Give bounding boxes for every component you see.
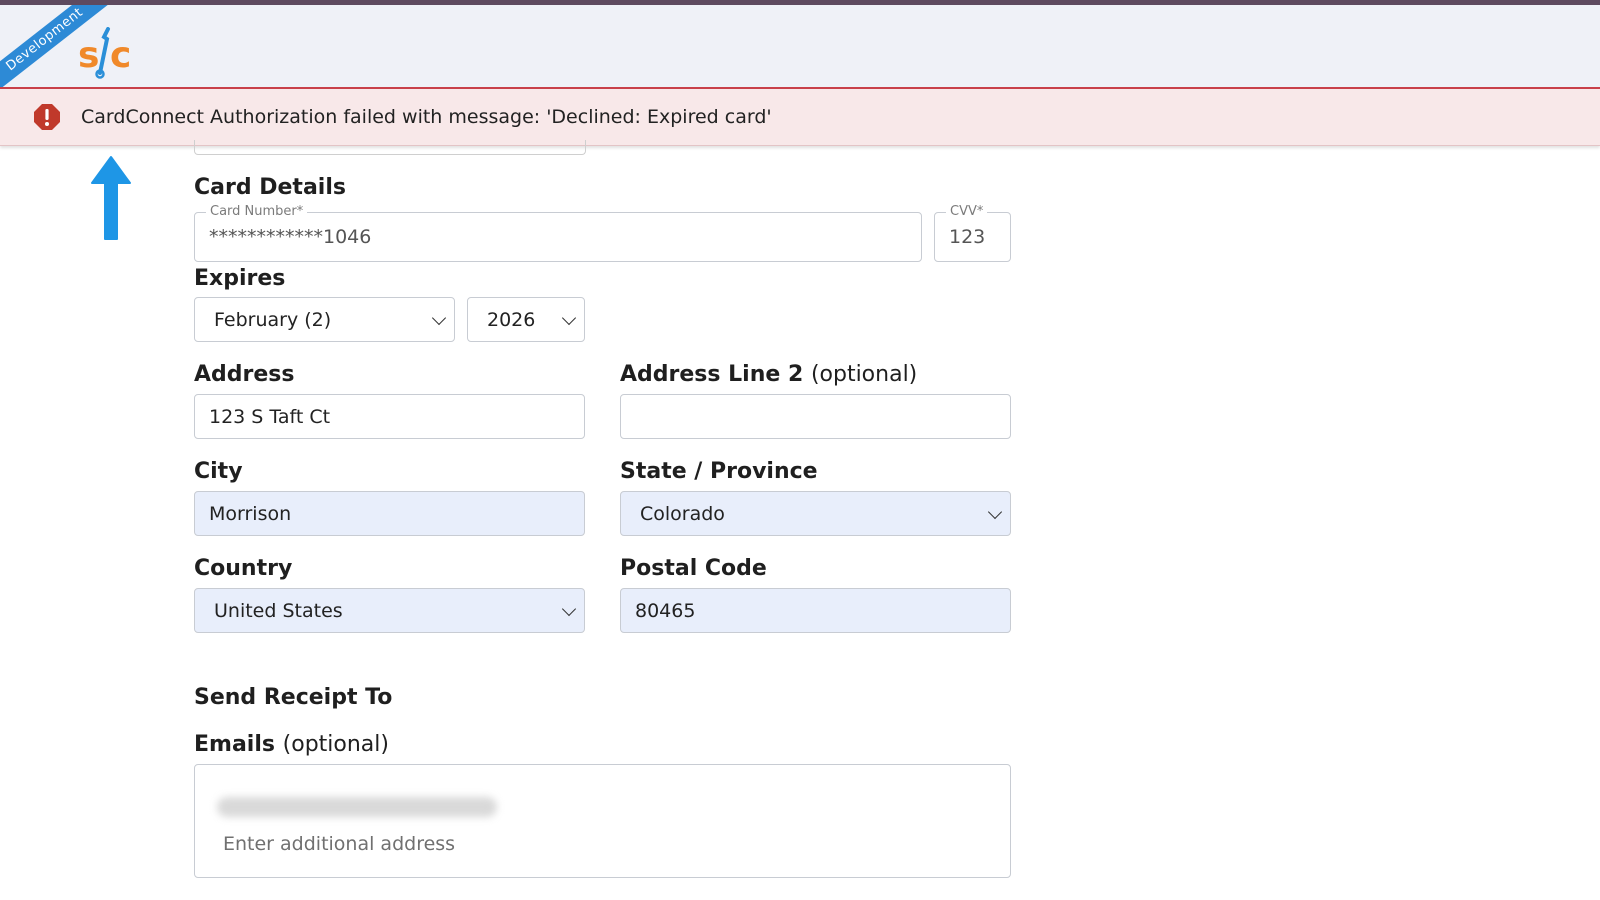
chevron-down-icon — [987, 504, 1003, 519]
svg-text:c: c — [110, 35, 131, 76]
expiry-year-select[interactable]: 2026 — [467, 297, 585, 342]
country-label: Country — [194, 556, 293, 581]
address-line2-label-text: Address Line 2 — [620, 362, 804, 387]
city-input[interactable]: Morrison — [194, 491, 585, 536]
emails-optional: (optional) — [282, 732, 389, 757]
card-details-heading: Card Details — [194, 175, 346, 200]
additional-email-input[interactable] — [223, 833, 723, 855]
alert-message: CardConnect Authorization failed with me… — [81, 106, 772, 128]
postal-code-input[interactable]: 80465 — [620, 588, 1011, 633]
alert-exclamation-icon — [33, 103, 61, 131]
chevron-down-icon — [561, 310, 577, 325]
address-line2-label: Address Line 2 (optional) — [620, 362, 917, 387]
state-select[interactable]: Colorado — [620, 491, 1011, 536]
email-chip-redacted[interactable] — [217, 797, 497, 817]
chevron-down-icon — [431, 310, 447, 325]
country-select[interactable]: United States — [194, 588, 585, 633]
emails-label-text: Emails — [194, 732, 275, 757]
svg-text:s: s — [78, 35, 99, 76]
cvv-value: 123 — [949, 226, 986, 248]
country-value: United States — [214, 599, 343, 622]
cvv-field[interactable]: CVV* 123 — [934, 204, 1011, 262]
address-line2-optional: (optional) — [810, 362, 918, 387]
emails-label: Emails (optional) — [194, 732, 389, 757]
card-number-label: Card Number* — [206, 204, 308, 219]
cvv-label: CVV* — [946, 204, 988, 219]
send-receipt-heading: Send Receipt To — [194, 685, 393, 710]
city-label: City — [194, 459, 243, 484]
card-number-value: ************1046 — [209, 226, 372, 248]
app-header: Development s c — [0, 5, 1600, 89]
app-logo[interactable]: s c — [78, 27, 134, 79]
expires-label: Expires — [194, 266, 286, 291]
error-alert: CardConnect Authorization failed with me… — [0, 89, 1600, 146]
address-line2-input[interactable] — [620, 394, 1011, 439]
expiry-month-value: February (2) — [214, 308, 332, 331]
chevron-down-icon — [561, 601, 577, 616]
state-label: State / Province — [620, 459, 818, 484]
address-label: Address — [194, 362, 295, 387]
address-input[interactable]: 123 S Taft Ct — [194, 394, 585, 439]
partially-hidden-field[interactable] — [194, 140, 586, 155]
emails-field[interactable] — [194, 764, 1011, 878]
card-number-field[interactable]: Card Number* ************1046 — [194, 204, 922, 262]
expiry-month-select[interactable]: February (2) — [194, 297, 455, 342]
state-value: Colorado — [640, 502, 725, 525]
postal-code-label: Postal Code — [620, 556, 767, 581]
expiry-year-value: 2026 — [487, 308, 536, 331]
annotation-arrow-up-icon — [91, 156, 131, 240]
